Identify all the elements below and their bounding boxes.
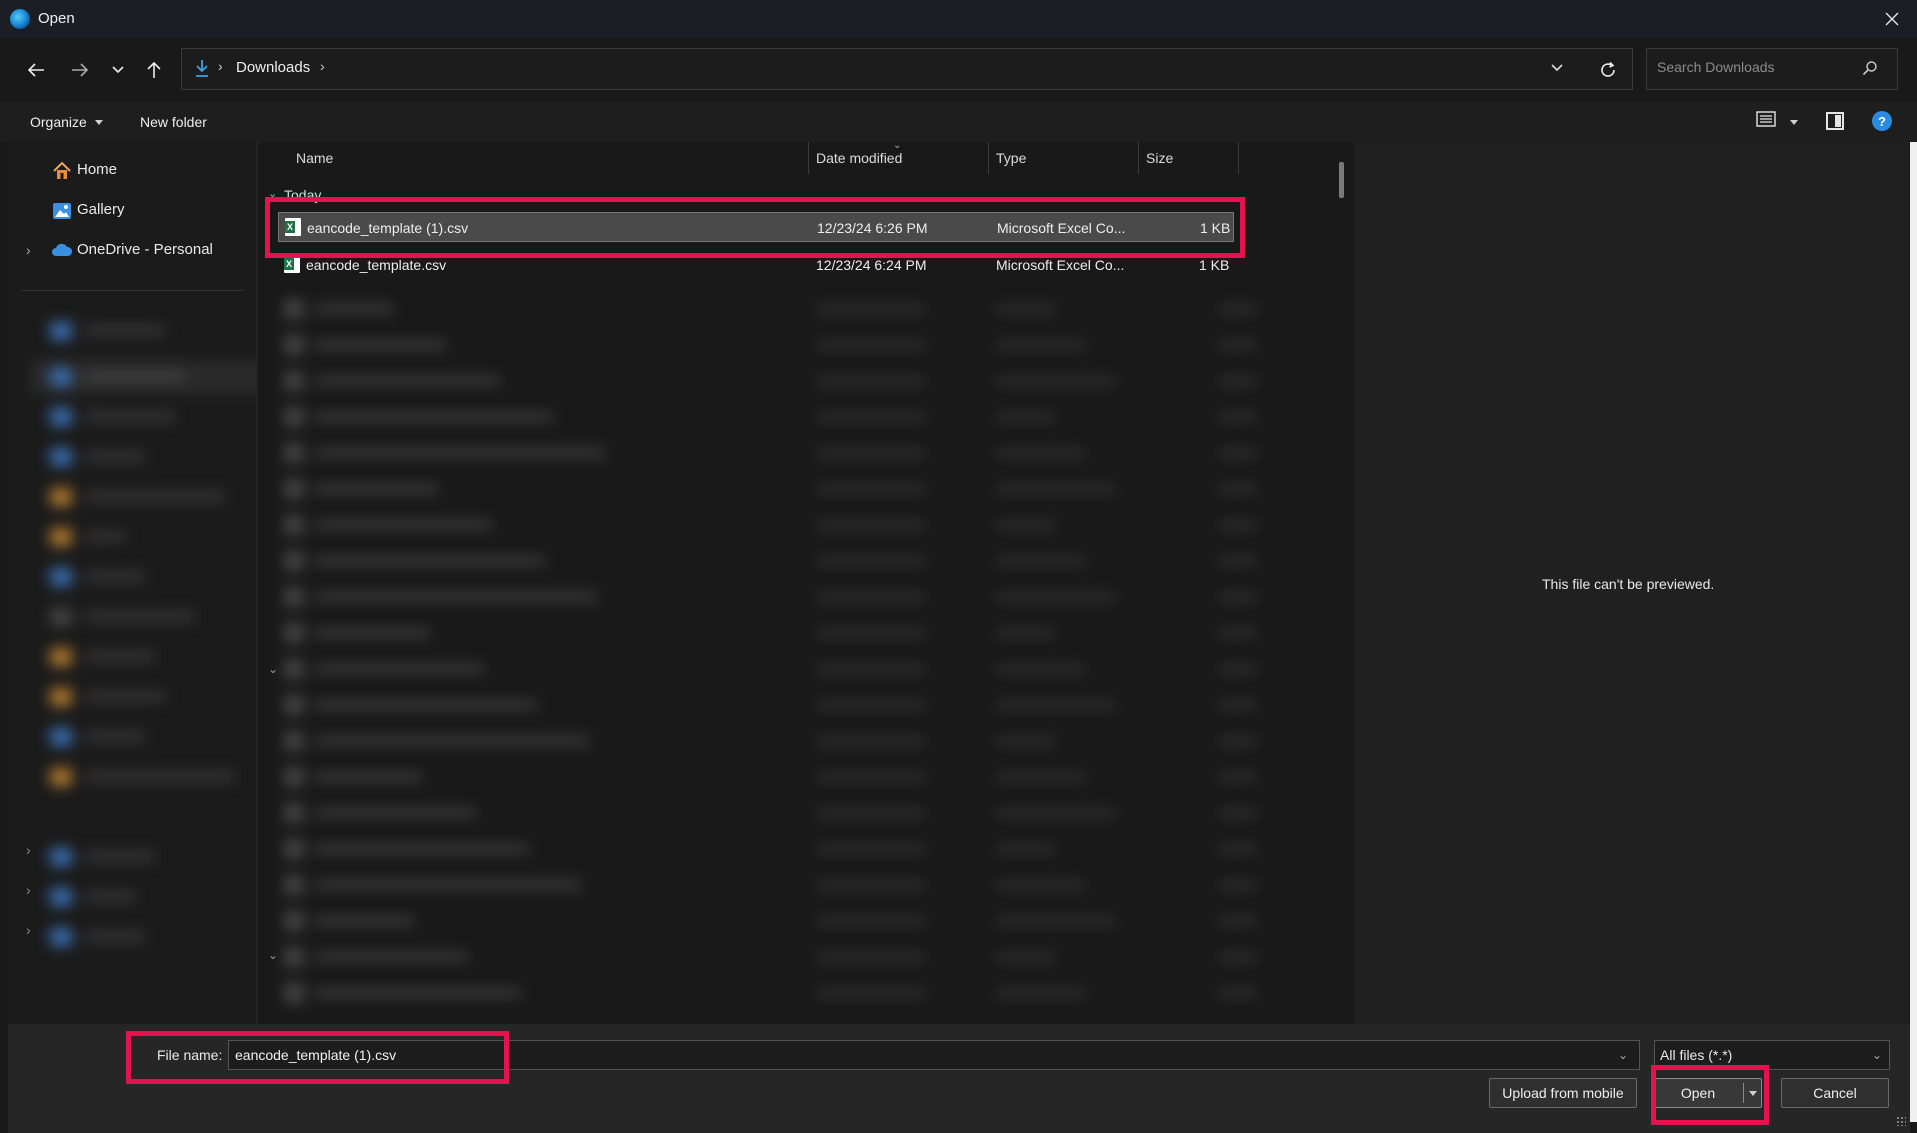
chevron-down-icon: ⌄ <box>1872 1048 1883 1062</box>
chevron-right-icon[interactable]: › <box>26 242 31 258</box>
window-edge <box>1910 142 1917 1122</box>
cancel-button[interactable]: Cancel <box>1781 1078 1889 1108</box>
highlight-box <box>126 1031 509 1084</box>
arrow-right-icon <box>72 63 89 77</box>
blurred-row <box>278 586 1278 608</box>
blurred-row <box>278 442 1278 464</box>
address-bar[interactable] <box>181 48 1633 90</box>
forward-button[interactable] <box>62 52 98 88</box>
chevron-down-icon[interactable]: ⌄ <box>268 662 278 676</box>
highlight-box <box>1651 1065 1769 1125</box>
file-size: 1 KB <box>1199 257 1230 273</box>
blurred-row <box>278 370 1278 392</box>
edge-browser-icon <box>10 9 30 29</box>
organize-button[interactable]: Organize <box>30 114 87 130</box>
download-icon <box>194 58 210 81</box>
blurred-row <box>278 946 1278 968</box>
file-type: Microsoft Excel Co... <box>996 257 1125 273</box>
caret-down-icon[interactable] <box>1790 120 1798 125</box>
nav-item-home[interactable]: Home <box>77 161 117 178</box>
blurred-row <box>278 874 1278 896</box>
chevron-right-icon: › <box>218 58 223 74</box>
resize-grip-icon[interactable] <box>1896 1116 1906 1126</box>
blurred-row <box>278 730 1278 752</box>
caret-down-icon <box>95 120 103 125</box>
refresh-icon <box>1601 61 1615 77</box>
highlight-box <box>265 197 1245 258</box>
column-header-date[interactable]: Date modified <box>816 150 902 166</box>
refresh-button[interactable] <box>1590 53 1626 87</box>
chevron-down-icon <box>1551 64 1563 72</box>
home-icon <box>52 161 72 184</box>
chevron-down-icon[interactable]: ⌄ <box>1618 1048 1628 1062</box>
gallery-icon <box>52 201 72 224</box>
blurred-row <box>278 622 1278 644</box>
blurred-row <box>278 802 1278 824</box>
blurred-row <box>278 838 1278 860</box>
preview-message: This file can't be previewed. <box>1542 576 1715 592</box>
upload-from-mobile-button[interactable]: Upload from mobile <box>1489 1078 1637 1108</box>
file-name: eancode_template.csv <box>306 257 447 273</box>
column-header-name[interactable]: Name <box>296 150 333 166</box>
details-view-icon <box>1756 111 1776 127</box>
change-view-button[interactable] <box>1756 110 1776 131</box>
up-button[interactable] <box>136 52 172 88</box>
column-separator[interactable] <box>1238 142 1239 174</box>
close-button[interactable] <box>1876 3 1908 35</box>
breadcrumb-downloads[interactable]: Downloads <box>236 59 310 76</box>
onedrive-cloud-icon <box>51 243 73 260</box>
window-title: Open <box>38 10 75 27</box>
chevron-right-icon[interactable]: › <box>26 842 31 858</box>
blurred-row <box>278 982 1278 1004</box>
blurred-row <box>278 406 1278 428</box>
blurred-row <box>278 658 1278 680</box>
blurred-row <box>278 514 1278 536</box>
close-icon <box>1885 12 1899 26</box>
column-header-size[interactable]: Size <box>1146 150 1173 166</box>
chevron-right-icon[interactable]: › <box>320 58 325 74</box>
back-button[interactable] <box>18 52 54 88</box>
title-bar <box>0 0 1917 38</box>
file-date: 12/23/24 6:24 PM <box>816 257 927 273</box>
recent-locations-button[interactable] <box>100 52 136 88</box>
arrow-left-icon <box>27 63 44 77</box>
column-header-type[interactable]: Type <box>996 150 1026 166</box>
blurred-row <box>278 478 1278 500</box>
blurred-row <box>278 334 1278 356</box>
blurred-row <box>278 694 1278 716</box>
chevron-down-icon <box>112 66 124 74</box>
chevron-right-icon[interactable]: › <box>26 882 31 898</box>
new-folder-button[interactable]: New folder <box>140 114 207 130</box>
arrow-up-icon <box>147 61 161 78</box>
column-separator[interactable] <box>808 142 809 174</box>
command-bar <box>0 102 1917 142</box>
divider <box>22 290 244 291</box>
search-icon[interactable] <box>1862 60 1878 79</box>
blurred-row <box>278 298 1278 320</box>
chevron-right-icon[interactable]: › <box>26 922 31 938</box>
preview-pane-button[interactable] <box>1826 112 1844 130</box>
chevron-down-icon[interactable]: ⌄ <box>268 948 278 962</box>
blurred-file-rows <box>278 290 1303 1024</box>
blurred-row <box>278 910 1278 932</box>
column-separator[interactable] <box>1138 142 1139 174</box>
help-icon[interactable]: ? <box>1872 111 1892 131</box>
nav-item-gallery[interactable]: Gallery <box>77 201 125 218</box>
search-input[interactable] <box>1655 58 1859 76</box>
blurred-row <box>278 766 1278 788</box>
nav-item-onedrive[interactable]: OneDrive - Personal <box>77 241 213 258</box>
scrollbar-thumb[interactable] <box>1339 162 1344 198</box>
file-type-value: All files (*.*) <box>1660 1047 1733 1063</box>
column-separator[interactable] <box>988 142 989 174</box>
address-history-button[interactable] <box>1550 58 1564 81</box>
blurred-row <box>278 550 1278 572</box>
blurred-nav-items <box>30 310 280 1010</box>
